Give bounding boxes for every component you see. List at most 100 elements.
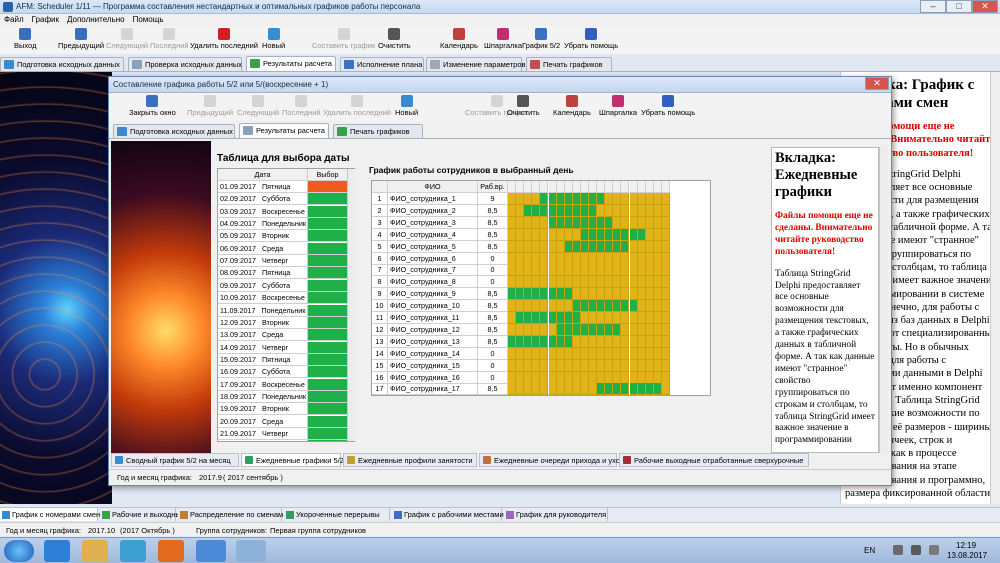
scheduler-taskbar-icon[interactable] <box>236 540 266 562</box>
toolbar-button-new[interactable]: Новый <box>395 95 418 117</box>
choice-cell[interactable] <box>308 390 348 403</box>
date-cell[interactable]: 22.09.2017 Пятница <box>218 440 308 441</box>
choice-cell[interactable] <box>308 329 348 342</box>
afm-taskbar-icon[interactable] <box>196 540 226 562</box>
dialog-help-scrollbar[interactable] <box>879 147 887 453</box>
dialog-bottom-tab-2[interactable]: Ежедневные профили занятости <box>343 453 477 467</box>
date-cell[interactable]: 11.09.2017 Понедельник <box>218 304 308 317</box>
dialog-bottom-tab-3[interactable]: Ежедневные очереди прихода и ухода <box>479 453 628 467</box>
choice-cell[interactable] <box>308 353 348 366</box>
toolbar-button-new[interactable]: Новый <box>262 28 285 50</box>
date-cell[interactable]: 05.09.2017 Вторник <box>218 230 308 243</box>
choice-cell[interactable] <box>308 292 348 305</box>
choice-cell[interactable] <box>308 218 348 231</box>
date-cell[interactable]: 12.09.2017 Вторник <box>218 316 308 329</box>
toolbar-button-next[interactable]: Следующий <box>237 95 279 117</box>
choice-cell[interactable] <box>308 366 348 379</box>
employee-name[interactable]: ФИО_сотрудника_13 <box>388 335 478 348</box>
date-cell[interactable]: 20.09.2017 Среда <box>218 415 308 428</box>
tab-1[interactable]: Проверка исходных данных <box>128 57 242 71</box>
tab-5[interactable]: Печать графиков <box>526 57 612 71</box>
explorer-taskbar-icon[interactable] <box>82 540 108 562</box>
choice-cell[interactable] <box>308 341 348 354</box>
choice-cell[interactable] <box>308 428 348 440</box>
date-cell[interactable]: 21.09.2017 Четверг <box>218 428 308 440</box>
choice-cell[interactable] <box>308 242 348 255</box>
choice-cell[interactable] <box>308 255 348 268</box>
date-cell[interactable]: 02.09.2017 Суббота <box>218 193 308 206</box>
tab-4[interactable]: Изменение параметров <box>426 57 525 71</box>
employee-name[interactable]: ФИО_сотрудника_15 <box>388 359 478 372</box>
date-cell[interactable]: 06.09.2017 Среда <box>218 242 308 255</box>
toolbar-button-delete[interactable]: Удалить последний <box>190 28 258 50</box>
close-button[interactable]: ✕ <box>972 0 998 13</box>
date-cell[interactable]: 07.09.2017 Четверг <box>218 255 308 268</box>
choice-cell[interactable] <box>308 378 348 391</box>
date-cell[interactable]: 19.09.2017 Вторник <box>218 403 308 416</box>
date-cell[interactable]: 17.09.2017 Воскресенье <box>218 378 308 391</box>
toolbar-button-cheatsheet[interactable]: Шпаргалка <box>484 28 522 50</box>
dialog-bottom-tab-1[interactable]: Ежедневные графики 5/2 <box>241 453 344 467</box>
tray-flag-icon[interactable] <box>911 545 921 555</box>
main-bottom-tab-3[interactable]: Укороченные перерывы <box>284 508 390 521</box>
toolbar-button-delete[interactable]: Удалить последний <box>323 95 391 117</box>
tray-network-icon[interactable] <box>893 545 903 555</box>
date-cell[interactable]: 03.09.2017 Воскресенье <box>218 205 308 218</box>
minimize-button[interactable]: – <box>920 0 946 13</box>
employee-name[interactable]: ФИО_сотрудника_1 <box>388 193 478 205</box>
employee-name[interactable]: ФИО_сотрудника_5 <box>388 240 478 253</box>
toolbar-button-calendar[interactable]: Календарь <box>440 28 478 50</box>
tab-1[interactable]: Результаты расчета <box>239 123 329 138</box>
dialog-close-button[interactable]: ✕ <box>865 77 889 90</box>
date-cell[interactable]: 08.09.2017 Пятница <box>218 267 308 280</box>
toolbar-button-exit[interactable]: Выход <box>14 28 36 50</box>
date-table-scrollbar[interactable] <box>347 169 355 441</box>
choice-cell[interactable] <box>308 267 348 280</box>
toolbar-button-cheatsheet[interactable]: Шпаргалка <box>599 95 637 117</box>
choice-cell[interactable] <box>308 403 348 416</box>
toolbar-button-close-window[interactable]: Закрыть окно <box>129 95 176 117</box>
toolbar-button-prev[interactable]: Предыдущий <box>187 95 233 117</box>
choice-cell[interactable] <box>308 415 348 428</box>
menu-file[interactable]: Файл <box>0 14 28 25</box>
main-bottom-tab-4[interactable]: График с рабочими местами <box>392 508 504 521</box>
date-cell[interactable]: 04.09.2017 Понедельник <box>218 218 308 231</box>
date-cell[interactable]: 14.09.2017 Четверг <box>218 341 308 354</box>
employee-name[interactable]: ФИО_сотрудника_9 <box>388 288 478 301</box>
choice-cell[interactable] <box>308 181 348 193</box>
toolbar-button-last[interactable]: Последний <box>150 28 189 50</box>
start-button[interactable] <box>4 540 34 562</box>
toolbar-button-next[interactable]: Следующий <box>106 28 148 50</box>
clock-date[interactable]: 13.08.2017 <box>947 551 987 560</box>
toolbar-button-clear[interactable]: Очистить <box>378 28 411 50</box>
choice-cell[interactable] <box>308 440 348 441</box>
ie-taskbar-icon[interactable] <box>44 540 70 562</box>
menu-schedule[interactable]: График <box>28 14 63 25</box>
date-cell[interactable]: 16.09.2017 Суббота <box>218 366 308 379</box>
choice-cell[interactable] <box>308 193 348 206</box>
employee-name[interactable]: ФИО_сотрудника_8 <box>388 276 478 289</box>
employee-name[interactable]: ФИО_сотрудника_2 <box>388 204 478 217</box>
clock-time[interactable]: 12:19 <box>956 541 976 550</box>
choice-cell[interactable] <box>308 205 348 218</box>
date-cell[interactable]: 01.09.2017 Пятница <box>218 181 308 193</box>
employee-name[interactable]: ФИО_сотрудника_16 <box>388 371 478 384</box>
date-cell[interactable]: 13.09.2017 Среда <box>218 329 308 342</box>
toolbar-button-clear[interactable]: Очистить <box>507 95 540 117</box>
toolbar-button-last[interactable]: Последний <box>282 95 321 117</box>
choice-cell[interactable] <box>308 230 348 243</box>
menu-help[interactable]: Помощь <box>129 14 168 25</box>
toolbar-button-help[interactable]: Убрать помощь <box>564 28 618 50</box>
employee-name[interactable]: ФИО_сотрудника_7 <box>388 264 478 277</box>
employee-name[interactable]: ФИО_сотрудника_11 <box>388 312 478 324</box>
firefox-taskbar-icon[interactable] <box>158 540 184 562</box>
toolbar-button-compose[interactable]: Составить график <box>312 28 375 50</box>
choice-cell[interactable] <box>308 279 348 292</box>
toolbar-button-help[interactable]: Убрать помощь <box>641 95 695 117</box>
media-taskbar-icon[interactable] <box>120 540 146 562</box>
maximize-button[interactable]: □ <box>946 0 972 13</box>
tab-2[interactable]: Результаты расчета <box>246 56 336 71</box>
employee-name[interactable]: ФИО_сотрудника_17 <box>388 383 478 395</box>
toolbar-button-prev[interactable]: Предыдущий <box>58 28 104 50</box>
employee-name[interactable]: ФИО_сотрудника_12 <box>388 323 478 336</box>
